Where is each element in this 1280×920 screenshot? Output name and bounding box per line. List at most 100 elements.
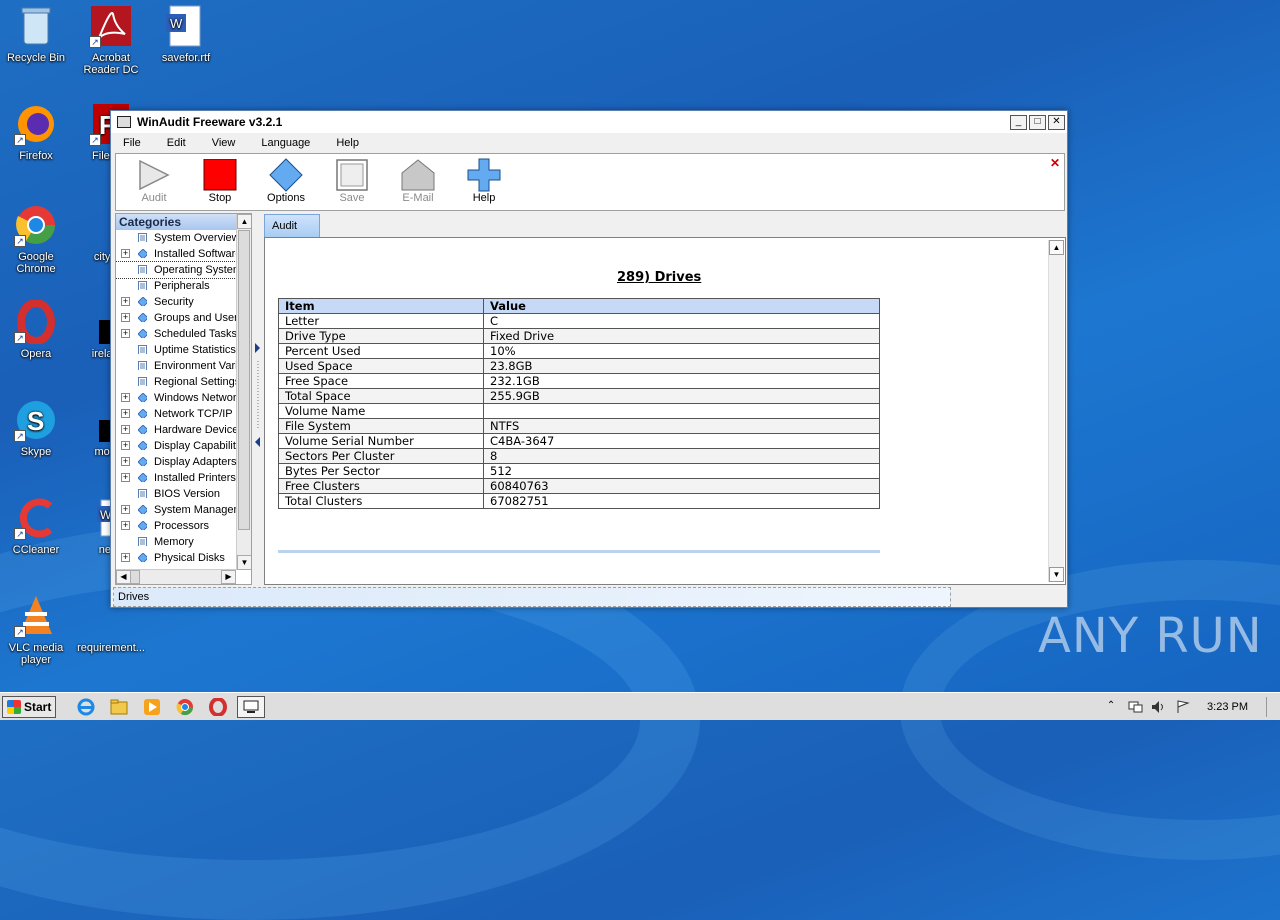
tray-expand-icon[interactable]: ⌃	[1103, 700, 1119, 714]
save-button[interactable]: Save	[322, 158, 382, 204]
category-item[interactable]: + Scheduled Tasks	[116, 326, 238, 342]
tray-flag-icon[interactable]	[1175, 699, 1191, 714]
taskbar-explorer-icon[interactable]	[105, 696, 133, 718]
desktop-shortcut[interactable]: Wsavefor.rtf	[150, 4, 222, 64]
content-scroll-down-icon[interactable]: ▼	[1049, 567, 1064, 582]
window-titlebar[interactable]: WinAudit Freeware v3.2.1 _ □ ✕	[111, 111, 1067, 133]
expand-plus-icon[interactable]: +	[121, 329, 130, 338]
scroll-left-icon[interactable]: ◀	[116, 570, 131, 584]
category-item[interactable]: + Network TCP/IP	[116, 406, 238, 422]
document-icon	[138, 281, 147, 290]
taskbar-clock[interactable]: 3:23 PM	[1207, 701, 1248, 713]
taskbar-winaudit-icon[interactable]	[237, 695, 265, 718]
category-item[interactable]: + Processors	[116, 518, 238, 534]
category-label: Groups and Users	[154, 312, 238, 324]
expand-plus-icon[interactable]: +	[121, 297, 130, 306]
scroll-thumb[interactable]	[238, 230, 250, 530]
category-item[interactable]: Peripherals	[116, 278, 238, 294]
expand-plus-icon[interactable]: +	[121, 441, 130, 450]
maximize-button[interactable]: □	[1029, 114, 1046, 130]
category-item[interactable]: + Security	[116, 294, 238, 310]
expand-plus-icon[interactable]: +	[121, 425, 130, 434]
category-item[interactable]: + Physical Disks	[116, 550, 238, 566]
taskbar-chrome-icon[interactable]	[171, 696, 199, 718]
desktop-shortcut[interactable]: Recycle Bin	[0, 4, 72, 64]
expand-plus-icon[interactable]: +	[121, 313, 130, 322]
expand-plus-icon[interactable]: +	[121, 521, 130, 530]
value-cell: 512	[483, 463, 880, 479]
google-chrome-icon: ↗	[14, 203, 58, 247]
value-cell: 8	[483, 448, 880, 464]
category-item[interactable]: + Hardware Devices	[116, 422, 238, 438]
categories-panel: Categories System Overview + Installed Sof…	[115, 213, 252, 585]
desktop-shortcut[interactable]: S ↗ Skype	[0, 398, 72, 458]
desktop-shortcut[interactable]: ↗ Opera	[0, 299, 72, 360]
menu-language[interactable]: Language	[261, 137, 310, 149]
expand-plus-icon[interactable]: +	[121, 457, 130, 466]
category-item[interactable]: Uptime Statistics	[116, 342, 238, 358]
start-button[interactable]: Start	[2, 695, 56, 718]
desktop-shortcut[interactable]: ↗ CCleaner	[0, 496, 72, 556]
minimize-button[interactable]: _	[1010, 114, 1027, 130]
expand-plus-icon[interactable]: +	[121, 505, 130, 514]
category-item[interactable]: BIOS Version	[116, 486, 238, 502]
category-item[interactable]: Operating System	[116, 261, 239, 279]
diamond-icon	[138, 505, 147, 514]
audit-button[interactable]: Audit	[124, 158, 184, 204]
stop-button[interactable]: Stop	[190, 158, 250, 204]
options-button[interactable]: Options	[256, 158, 316, 204]
item-cell: Letter	[278, 313, 484, 329]
expand-plus-icon[interactable]: +	[121, 473, 130, 482]
category-item[interactable]: System Overview	[116, 230, 238, 246]
category-item[interactable]: + Installed Printers	[116, 470, 238, 486]
tray-volume-icon[interactable]	[1151, 700, 1167, 714]
scroll-up-icon[interactable]: ▲	[237, 214, 251, 229]
category-item[interactable]: Environment Variables	[116, 358, 238, 374]
menu-view[interactable]: View	[212, 137, 236, 149]
categories-vertical-scrollbar[interactable]: ▲ ▼	[236, 214, 251, 570]
category-item[interactable]: + Display Adapters	[116, 454, 238, 470]
category-item[interactable]: Regional Settings	[116, 374, 238, 390]
expand-plus-icon[interactable]: +	[121, 393, 130, 402]
menu-help[interactable]: Help	[336, 137, 359, 149]
value-cell	[483, 403, 880, 419]
categories-horizontal-scrollbar[interactable]: ◀ ▶	[116, 569, 236, 584]
expand-plus-icon[interactable]: +	[121, 409, 130, 418]
expand-plus-icon[interactable]: +	[121, 249, 130, 258]
scroll-down-icon[interactable]: ▼	[237, 555, 251, 570]
tray-network-icon[interactable]	[1127, 700, 1143, 714]
category-item[interactable]: + Installed Software	[116, 246, 238, 262]
audit-label: Audit	[141, 192, 167, 204]
item-cell: Volume Name	[278, 403, 484, 419]
panel-splitter[interactable]	[254, 341, 262, 451]
expand-plus-icon[interactable]: +	[121, 553, 130, 562]
item-cell: File System	[278, 418, 484, 434]
content-vertical-scrollbar[interactable]: ▲ ▼	[1048, 240, 1064, 582]
desktop-shortcut[interactable]: ↗ VLC media player	[0, 594, 72, 666]
desktop-shortcut[interactable]: ↗ Firefox	[0, 102, 72, 162]
desktop-shortcut[interactable]: ↗ Acrobat Reader DC	[75, 4, 147, 76]
menu-file[interactable]: File	[123, 137, 141, 149]
content-scroll-up-icon[interactable]: ▲	[1049, 240, 1064, 255]
menu-edit[interactable]: Edit	[167, 137, 186, 149]
category-item[interactable]: Memory	[116, 534, 238, 550]
category-item[interactable]: + Groups and Users	[116, 310, 238, 326]
tab-audit[interactable]: Audit	[264, 214, 320, 237]
hscroll-thumb[interactable]	[130, 570, 140, 584]
category-item[interactable]: + System Management	[116, 502, 238, 518]
close-button[interactable]: ✕	[1048, 114, 1065, 130]
show-desktop-button[interactable]	[1266, 697, 1280, 717]
shortcut-arrow-icon: ↗	[89, 36, 101, 48]
diamond-icon	[138, 409, 147, 418]
toolbar-close-icon[interactable]: ✕	[1050, 156, 1060, 170]
category-item[interactable]: + Windows Network	[116, 390, 238, 406]
taskbar-media-player-icon[interactable]	[138, 696, 166, 718]
desktop-shortcut[interactable]: ↗ Google Chrome	[0, 203, 72, 275]
taskbar-ie-icon[interactable]	[72, 696, 100, 718]
scroll-right-icon[interactable]: ▶	[221, 570, 236, 584]
category-label: Environment Variables	[154, 360, 238, 372]
taskbar-opera-icon[interactable]	[204, 696, 232, 718]
category-item[interactable]: + Display Capabilities	[116, 438, 238, 454]
help-button[interactable]: Help	[454, 158, 514, 204]
email-button[interactable]: E-Mail	[388, 158, 448, 204]
